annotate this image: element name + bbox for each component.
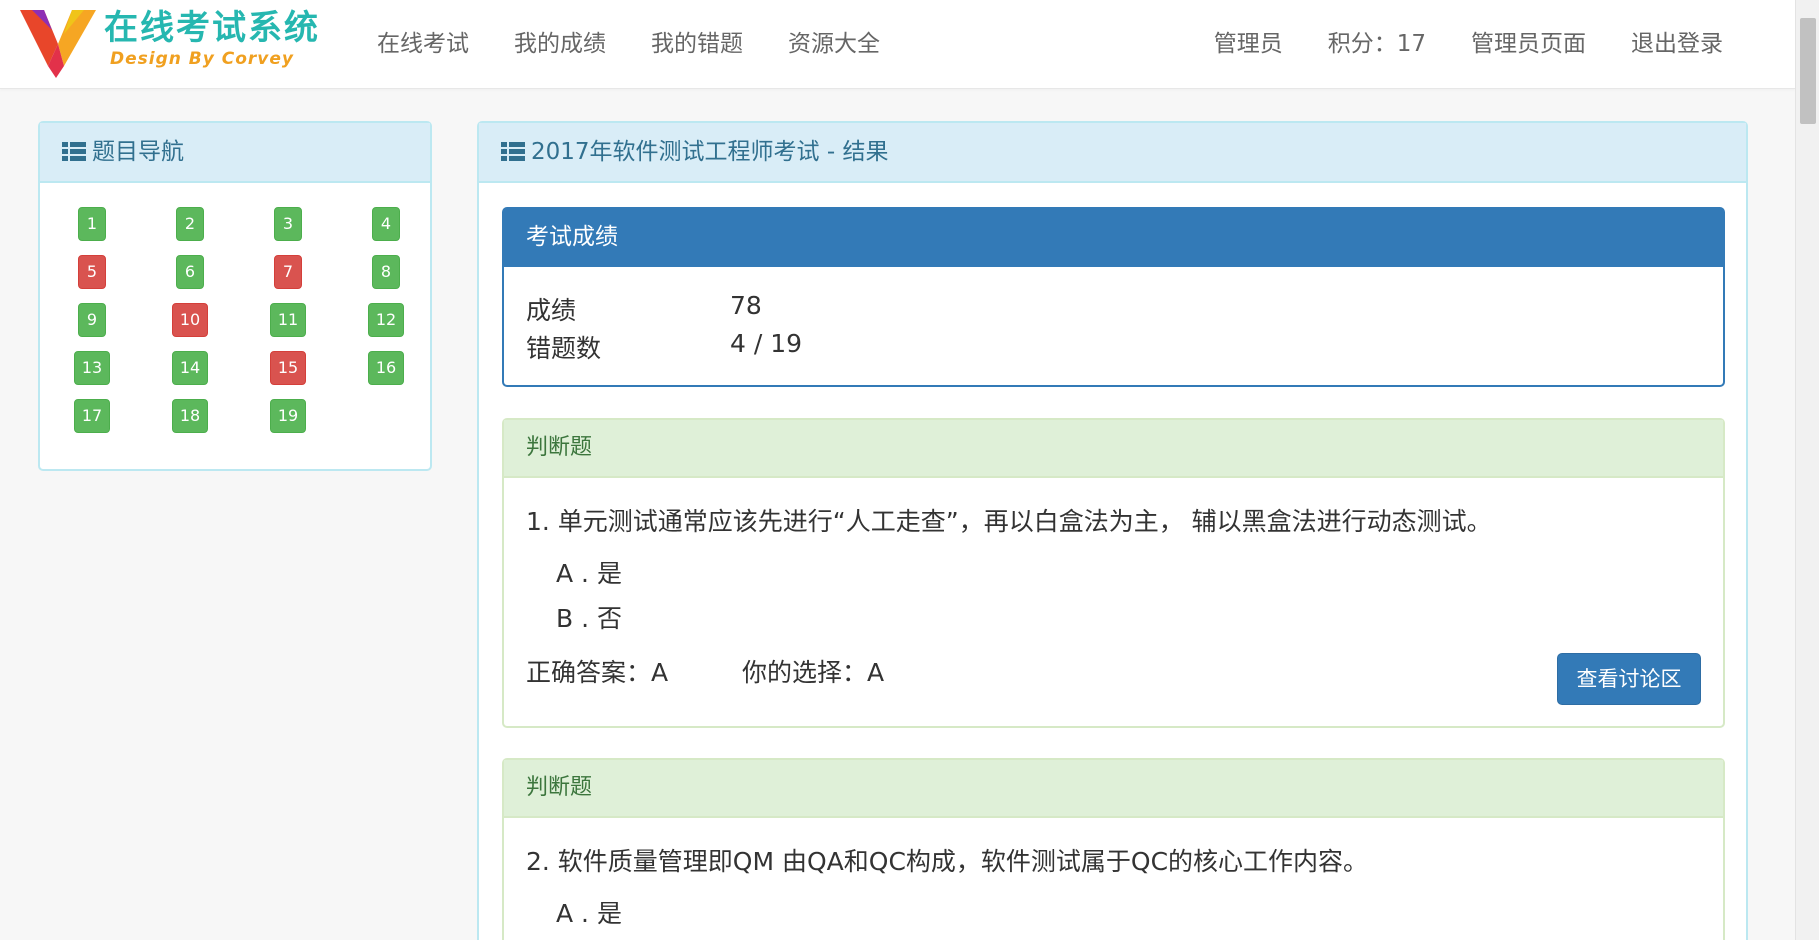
question-nav-button[interactable]: 12 xyxy=(368,303,404,337)
brand-logo-icon xyxy=(20,10,96,78)
question-nav-button[interactable]: 17 xyxy=(74,399,110,433)
question-nav-button[interactable]: 14 xyxy=(172,351,208,385)
score-value: 78 xyxy=(730,291,762,320)
question-nav-button[interactable]: 4 xyxy=(372,207,400,241)
question-nav-button[interactable]: 18 xyxy=(172,399,208,433)
question-nav-button[interactable]: 19 xyxy=(270,399,306,433)
brand-logo-link[interactable]: 在线考试系统 Design By Corvey xyxy=(18,4,338,80)
question-card: 判断题 2. 软件质量管理即QM 由QA和QC构成，软件测试属于QC的核心工作内… xyxy=(502,758,1725,940)
your-choice: 你的选择：A xyxy=(742,658,885,687)
score-heading: 考试成绩 xyxy=(504,209,1723,267)
question-nav-button[interactable]: 11 xyxy=(270,303,306,337)
nav-logout[interactable]: 退出登录 xyxy=(1631,0,1723,89)
score-panel: 考试成绩 成绩 78 错题数 4 / 19 xyxy=(502,207,1725,387)
wrong-count-value: 4 / 19 xyxy=(730,329,803,358)
nav-username[interactable]: 管理员 xyxy=(1214,0,1283,89)
question-nav-button[interactable]: 15 xyxy=(270,351,306,385)
question-type: 判断题 xyxy=(504,420,1723,478)
question-nav-button[interactable]: 5 xyxy=(78,255,106,289)
main-nav: 在线考试 我的成绩 我的错题 资源大全 xyxy=(377,0,925,89)
question-nav-button[interactable]: 10 xyxy=(172,303,208,337)
top-navbar: 在线考试系统 Design By Corvey 在线考试 我的成绩 我的错题 资… xyxy=(0,0,1795,89)
question-nav-button[interactable]: 1 xyxy=(78,207,106,241)
score-row: 成绩 78 xyxy=(526,291,762,327)
question-option: A . 是 xyxy=(556,559,622,588)
list-icon xyxy=(62,142,86,162)
question-nav-button[interactable]: 6 xyxy=(176,255,204,289)
question-nav-button[interactable]: 7 xyxy=(274,255,302,289)
question-nav-button[interactable]: 13 xyxy=(74,351,110,385)
view-discussion-button[interactable]: 查看讨论区 xyxy=(1557,653,1701,705)
question-nav-heading: 题目导航 xyxy=(40,123,430,183)
exam-result-title: 2017年软件测试工程师考试 - 结果 xyxy=(531,139,889,165)
question-option: A . 是 xyxy=(556,899,622,928)
user-nav: 管理员 积分：17 管理员页面 退出登录 xyxy=(1169,0,1723,89)
nav-my-mistakes[interactable]: 我的错题 xyxy=(651,0,743,89)
wrong-count-row: 错题数 4 / 19 xyxy=(526,329,802,365)
wrong-count-label: 错题数 xyxy=(526,334,602,363)
correct-answer: 正确答案：A xyxy=(526,658,669,687)
question-nav-button[interactable]: 8 xyxy=(372,255,400,289)
nav-online-exam[interactable]: 在线考试 xyxy=(377,0,469,89)
question-type: 判断题 xyxy=(504,760,1723,818)
brand-subtitle: Design By Corvey xyxy=(110,49,294,69)
nav-admin-page[interactable]: 管理员页面 xyxy=(1471,0,1586,89)
question-text: 2. 软件质量管理即QM 由QA和QC构成，软件测试属于QC的核心工作内容。 xyxy=(526,847,1369,876)
question-nav-button[interactable]: 3 xyxy=(274,207,302,241)
question-nav-button[interactable]: 2 xyxy=(176,207,204,241)
question-option: B . 否 xyxy=(556,604,622,633)
question-card: 判断题 1. 单元测试通常应该先进行“人工走查”，再以白盒法为主， 辅以黑盒法进… xyxy=(502,418,1725,728)
exam-result-panel: 2017年软件测试工程师考试 - 结果 考试成绩 成绩 78 错题数 4 / 1… xyxy=(477,121,1748,940)
question-nav-title: 题目导航 xyxy=(92,139,184,165)
nav-points[interactable]: 积分：17 xyxy=(1328,0,1426,89)
question-nav-button[interactable]: 16 xyxy=(368,351,404,385)
question-text: 1. 单元测试通常应该先进行“人工走查”，再以白盒法为主， 辅以黑盒法进行动态测… xyxy=(526,507,1492,536)
score-label: 成绩 xyxy=(526,296,577,325)
brand-title: 在线考试系统 xyxy=(104,8,320,48)
exam-result-heading: 2017年软件测试工程师考试 - 结果 xyxy=(479,123,1746,183)
question-nav-button[interactable]: 9 xyxy=(78,303,106,337)
page-scrollbar[interactable] xyxy=(1795,0,1819,940)
nav-my-scores[interactable]: 我的成绩 xyxy=(514,0,606,89)
list-icon xyxy=(501,142,525,162)
scrollbar-thumb[interactable] xyxy=(1800,18,1816,124)
nav-resources[interactable]: 资源大全 xyxy=(788,0,880,89)
question-nav-panel: 题目导航 1 2 3 4 5 6 7 8 9 10 11 12 13 14 15 16 17 18 19 xyxy=(38,121,432,471)
